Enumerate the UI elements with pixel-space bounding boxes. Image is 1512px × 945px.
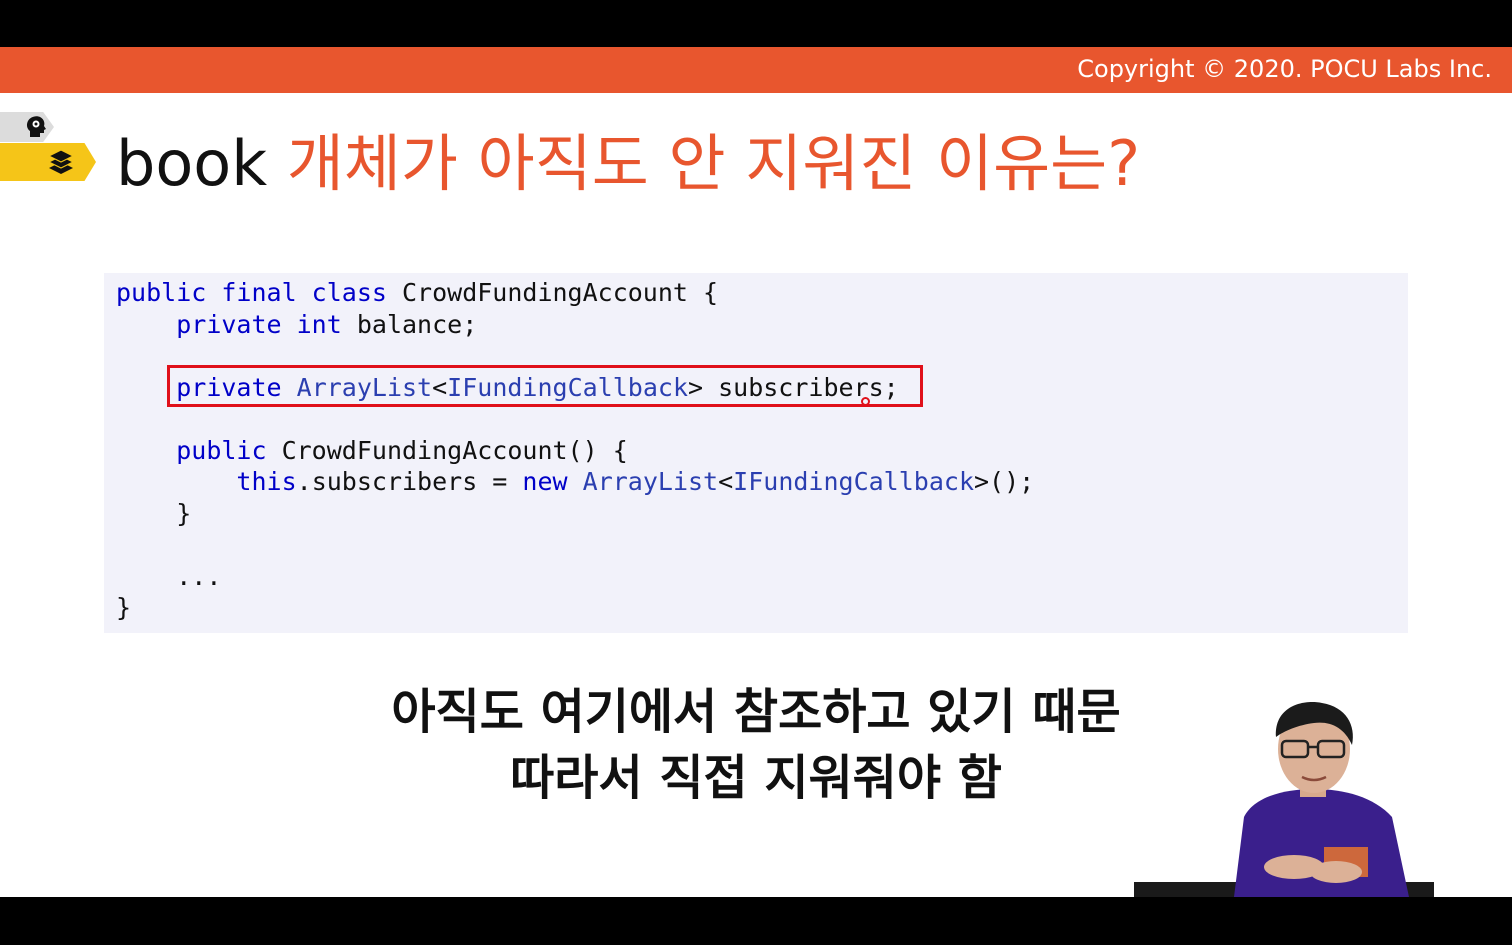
header-banner: Copyright © 2020. POCU Labs Inc. [0,47,1512,93]
code-line-4: public CrowdFundingAccount() { [176,435,628,465]
title-text: 개체가 아직도 안 지워진 이유는? [286,127,1141,200]
title-keyword: book [116,127,268,200]
letterbox-bottom [0,897,1512,945]
slide: Copyright © 2020. POCU Labs Inc. book 개체… [0,47,1512,897]
code-line-8: } [116,593,132,622]
code-line-1: public final class CrowdFundingAccount { [116,278,719,307]
stacked-books-icon [47,149,75,174]
slide-title: book 개체가 아직도 안 지워진 이유는? [116,127,1140,201]
copyright-text: Copyright © 2020. POCU Labs Inc. [1077,55,1492,83]
code-line-6: } [176,498,192,528]
pointer-dot [861,397,870,406]
presenter-video [1134,702,1434,897]
highlight-box [167,365,923,407]
code-block: public final class CrowdFundingAccount {… [116,277,1034,624]
code-line-2: private int balance; [176,309,478,339]
code-line-5: this.subscribers = new ArrayList<IFundin… [236,467,1035,496]
code-line-7: ... [176,561,222,591]
head-brain-icon [26,116,46,137]
letterbox-top [0,0,1512,47]
